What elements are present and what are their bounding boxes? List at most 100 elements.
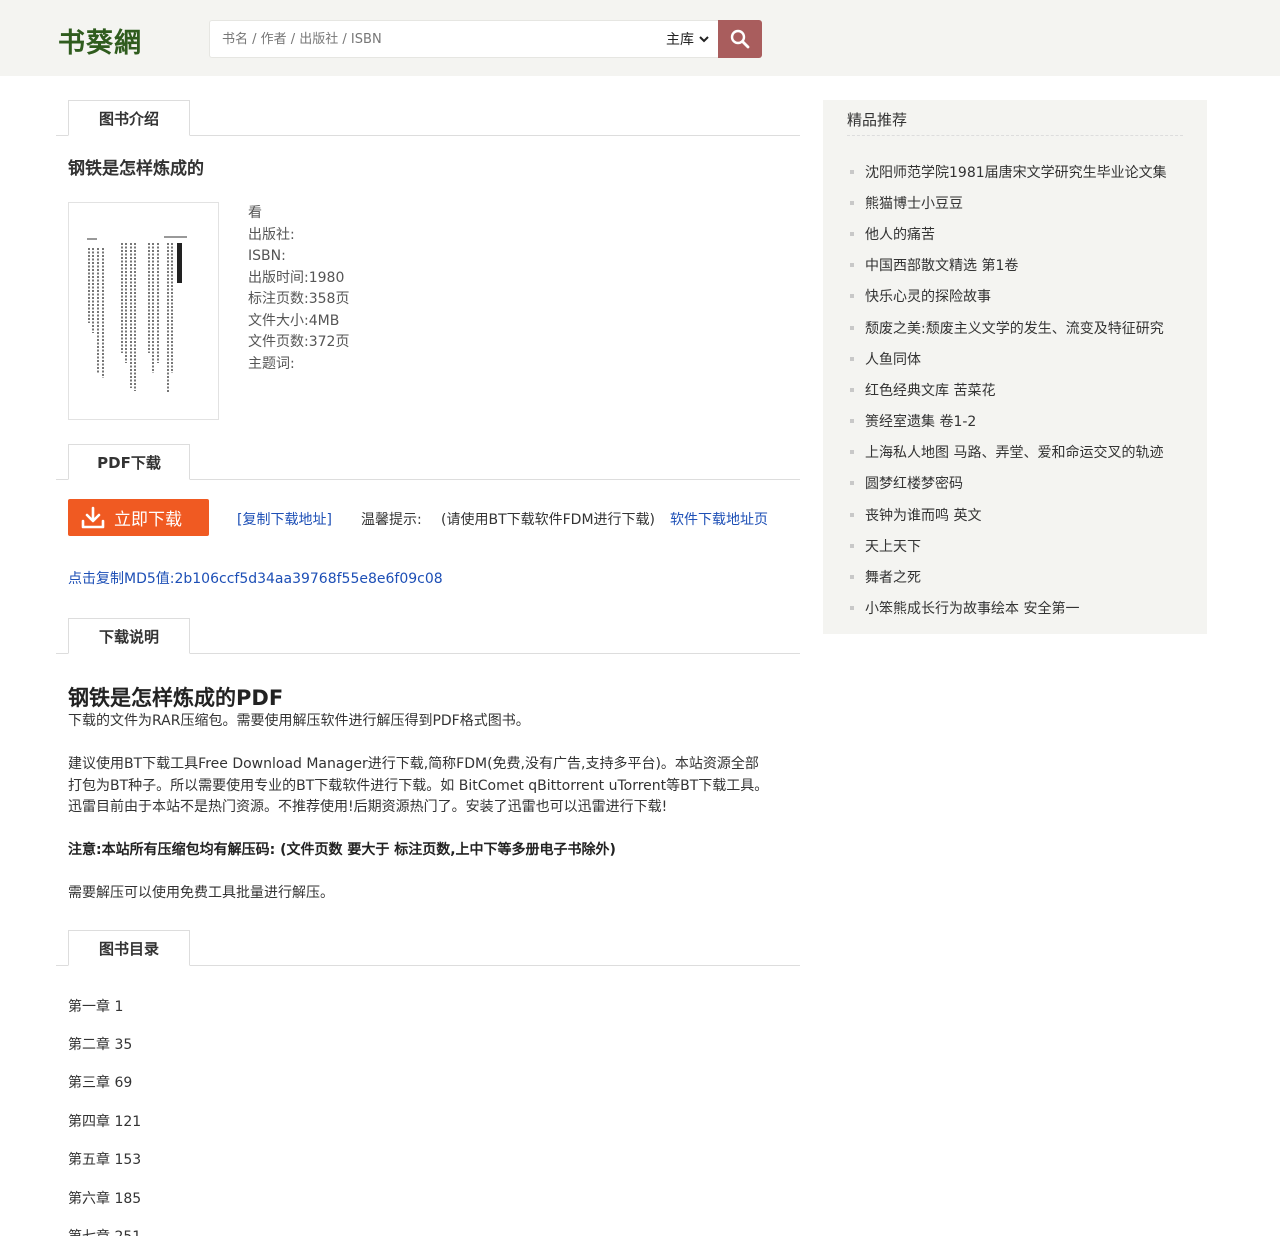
recommendation-label: 红色经典文库 苦菜花 <box>865 382 996 399</box>
bullet-icon <box>850 263 854 268</box>
book-cover-scan <box>87 236 187 393</box>
meta-line: 看 <box>248 205 262 221</box>
recommendation-label: 人鱼同体 <box>865 351 921 368</box>
download-instructions-section: 下载说明 <box>56 618 800 654</box>
recommendation-label: 上海私人地图 马路、弄堂、爱和命运交叉的轨迹 <box>865 445 1164 462</box>
search-button[interactable] <box>718 20 762 58</box>
bullet-icon <box>850 606 854 611</box>
bullet-icon <box>850 481 854 486</box>
instructions-p4: 需要解压可以使用免费工具批量进行解压。 <box>68 885 334 901</box>
site-logo[interactable]: 书葵網 <box>58 22 142 59</box>
bullet-icon <box>850 294 854 299</box>
meta-file-pages: 文件页数:372页 <box>248 334 350 350</box>
recommendation-item[interactable]: 红色经典文库 苦菜花 <box>850 374 1167 405</box>
recommendation-label: 舞者之死 <box>865 570 921 587</box>
pdf-tab-bar: PDF下载 <box>56 444 800 480</box>
instructions-tab-bar: 下载说明 <box>56 618 800 654</box>
recommendation-list: 沈阳师范学院1981届唐宋文学研究生毕业论文集 熊猫博士小豆豆 他人的痛苦 中国… <box>850 156 1167 624</box>
instructions-p2-line: 迅雷目前由于本站不是热门资源。不推荐使用!后期资源热门了。安装了迅雷也可以迅雷进… <box>68 799 668 815</box>
tip-text: (请使用BT下载软件FDM进行下载) <box>441 512 655 528</box>
meta-file-size: 文件大小:4MB <box>248 312 340 329</box>
instructions-p1: 下载的文件为RAR压缩包。需要使用解压软件进行解压得到PDF格式图书。 <box>68 713 530 729</box>
toc-item: 第七章 251 <box>68 1226 141 1236</box>
pdf-heading: 钢铁是怎样炼成的PDF <box>68 686 284 710</box>
software-download-link[interactable]: 软件下载地址页 <box>670 509 768 529</box>
book-cover-image <box>68 202 219 420</box>
toc-item: 第一章 1 <box>68 999 124 1015</box>
sidebar-divider <box>847 135 1183 136</box>
tab-download-instructions[interactable]: 下载说明 <box>68 618 190 654</box>
toc-item: 第五章 153 <box>68 1152 142 1168</box>
intro-tab-bar: 图书介绍 <box>56 100 800 136</box>
recommendation-label: 颓废之美:颓废主义文学的发生、流变及特征研究 <box>865 320 1164 337</box>
bullet-icon <box>850 419 854 424</box>
recommendation-label: 他人的痛苦 <box>865 226 935 243</box>
download-now-label: 立即下载 <box>114 510 182 530</box>
recommendation-item[interactable]: 人鱼同体 <box>850 343 1167 374</box>
recommendation-item[interactable]: 箦经室遗集 卷1-2 <box>850 406 1167 437</box>
search-icon <box>730 29 750 49</box>
recommendation-label: 中国西部散文精选 第1卷 <box>865 258 1019 275</box>
scope-label: 主库 <box>666 32 694 48</box>
recommendation-label: 天上天下 <box>865 538 921 555</box>
book-intro-section: 图书介绍 钢铁是怎样炼成的 看 出版社: ISBN: 出版时间:1980 标注页… <box>56 100 800 420</box>
bullet-icon <box>850 231 854 236</box>
recommendation-label: 快乐心灵的探险故事 <box>865 289 991 306</box>
instructions-p2-line: 建议使用BT下载工具Free Download Manager进行下载,简称FD… <box>68 756 759 772</box>
pdf-download-section: PDF下载 <box>56 444 800 480</box>
tab-pdf-download[interactable]: PDF下载 <box>68 444 190 480</box>
library-scope-select[interactable]: 主库 <box>666 21 710 57</box>
search-box: 主库 <box>209 20 718 58</box>
copy-download-link[interactable]: [复制下载地址] <box>237 509 332 529</box>
recommendation-label: 丧钟为谁而鸣 英文 <box>865 507 982 524</box>
recommendation-item[interactable]: 舞者之死 <box>850 561 1167 592</box>
download-now-button[interactable]: 立即下载 <box>68 499 209 536</box>
search-input[interactable] <box>222 21 642 57</box>
recommendation-label: 沈阳师范学院1981届唐宋文学研究生毕业论文集 <box>865 164 1167 181</box>
meta-publisher: 出版社: <box>248 226 295 243</box>
recommendation-label: 小笨熊成长行为故事绘本 安全第一 <box>865 601 1080 618</box>
bullet-icon <box>850 356 854 361</box>
recommendation-item[interactable]: 熊猫博士小豆豆 <box>850 187 1167 218</box>
toc-item: 第四章 121 <box>68 1114 142 1130</box>
recommendation-label: 箦经室遗集 卷1-2 <box>865 414 977 431</box>
instructions-p2: 建议使用BT下载工具Free Download Manager进行下载,简称FD… <box>68 754 788 819</box>
recommendation-item[interactable]: 小笨熊成长行为故事绘本 安全第一 <box>850 593 1167 624</box>
book-toc-section: 图书目录 <box>56 930 800 966</box>
instructions-note: 注意:本站所有压缩包均有解压码: (文件页数 要大于 标注页数,上中下等多册电子… <box>68 842 616 858</box>
recommendation-item[interactable]: 他人的痛苦 <box>850 218 1167 249</box>
tab-book-intro[interactable]: 图书介绍 <box>68 100 190 136</box>
bullet-icon <box>850 543 854 548</box>
bullet-icon <box>850 512 854 517</box>
meta-isbn: ISBN: <box>248 248 286 264</box>
recommendation-item[interactable]: 中国西部散文精选 第1卷 <box>850 250 1167 281</box>
instructions-p2-line: 打包为BT种子。所以需要使用专业的BT下载软件进行下载。如 BitComet q… <box>68 777 769 794</box>
copy-md5-link[interactable]: 点击复制MD5值:2b106ccf5d34aa39768f55e8e6f09c0… <box>68 568 443 588</box>
recommendation-item[interactable]: 沈阳师范学院1981届唐宋文学研究生毕业论文集 <box>850 156 1167 187</box>
recommendation-item[interactable]: 上海私人地图 马路、弄堂、爱和命运交叉的轨迹 <box>850 437 1167 468</box>
meta-labeled-pages: 标注页数:358页 <box>248 291 350 307</box>
recommendation-item[interactable]: 丧钟为谁而鸣 英文 <box>850 499 1167 530</box>
recommendation-item[interactable]: 圆梦红楼梦密码 <box>850 468 1167 499</box>
book-meta-list: 看 出版社: ISBN: 出版时间:1980 标注页数:358页 文件大小:4M… <box>248 203 349 375</box>
book-title: 钢铁是怎样炼成的 <box>68 159 204 179</box>
recommendations-sidebar: 精品推荐 沈阳师范学院1981届唐宋文学研究生毕业论文集 熊猫博士小豆豆 他人的… <box>823 100 1207 634</box>
recommendation-label: 圆梦红楼梦密码 <box>865 476 963 493</box>
toc-item: 第二章 35 <box>68 1037 133 1053</box>
download-icon <box>81 506 105 528</box>
meta-publish-date: 出版时间:1980 <box>248 269 345 286</box>
meta-subject: 主题词: <box>248 355 295 372</box>
recommendation-item[interactable]: 天上天下 <box>850 530 1167 561</box>
tab-book-toc[interactable]: 图书目录 <box>68 930 190 966</box>
bullet-icon <box>850 387 854 392</box>
recommendation-item[interactable]: 快乐心灵的探险故事 <box>850 281 1167 312</box>
bullet-icon <box>850 325 854 330</box>
toc-tab-bar: 图书目录 <box>56 930 800 966</box>
recommendation-item[interactable]: 颓废之美:颓废主义文学的发生、流变及特征研究 <box>850 312 1167 343</box>
recommendation-label: 熊猫博士小豆豆 <box>865 195 963 212</box>
tip-label: 温馨提示: <box>361 512 422 528</box>
chevron-down-icon <box>699 36 709 43</box>
toc-item: 第六章 185 <box>68 1191 142 1207</box>
site-header: 书葵網 主库 <box>0 0 1280 76</box>
sidebar-title: 精品推荐 <box>847 111 908 129</box>
